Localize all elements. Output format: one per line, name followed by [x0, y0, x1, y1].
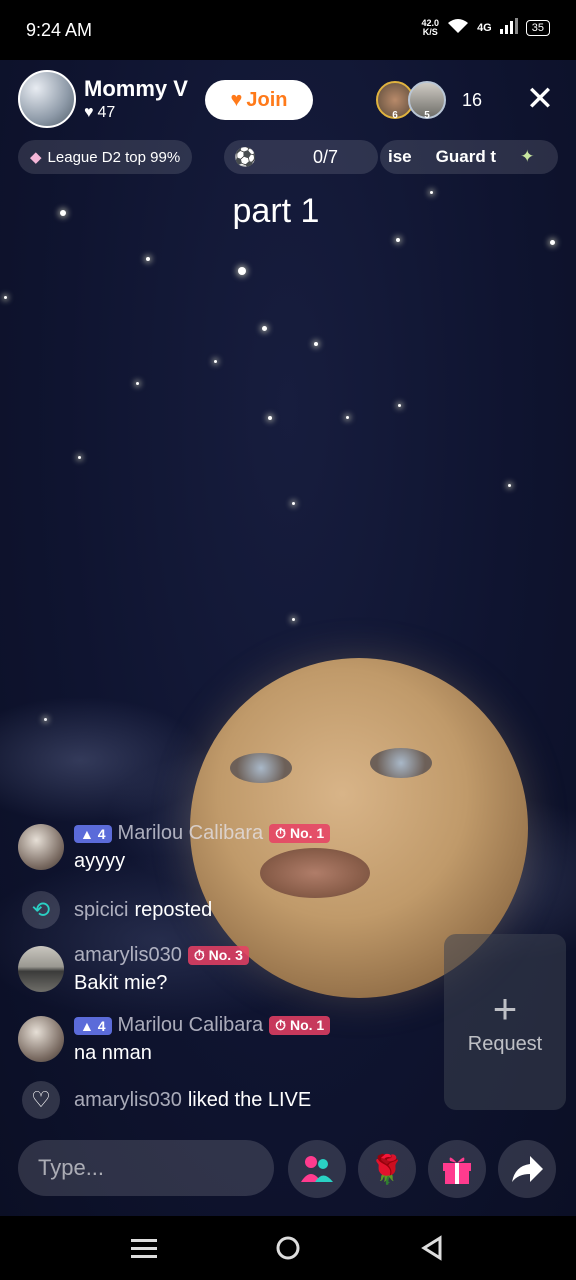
network-label: 4G	[477, 21, 492, 34]
wifi-icon	[447, 18, 469, 37]
people-icon[interactable]	[288, 1140, 346, 1198]
plus-icon: +	[492, 984, 518, 1032]
join-heart-icon: ♥	[230, 88, 243, 111]
battery-icon: 35	[525, 19, 550, 36]
rank-badge: ⏱ No. 3	[187, 946, 249, 965]
level-badge: ▲ 4	[74, 1016, 112, 1035]
chat-username[interactable]: amarylis030	[74, 944, 182, 967]
home-icon[interactable]	[272, 1232, 304, 1264]
chat-event[interactable]: ⟲ spicici reposted	[18, 890, 212, 930]
chat-text: na nman	[74, 1042, 152, 1064]
chat-event[interactable]: ♡ amarylis030 liked the LIVE	[18, 1080, 311, 1120]
chat-username[interactable]: Marilou Calibara	[118, 822, 264, 845]
rank-badge: ⏱ No. 1	[269, 824, 331, 843]
soccer-ball-icon: ⚽	[234, 146, 257, 167]
heart-icon: ♡	[22, 1081, 60, 1119]
viewer-count[interactable]: 16	[462, 90, 482, 111]
signal-icon	[499, 18, 518, 37]
goal-chip[interactable]: ⚽ 0/7	[224, 140, 378, 174]
share-icon[interactable]	[498, 1140, 556, 1198]
league-chip[interactable]: ◆ League D2 top 99%	[18, 140, 193, 174]
rank-badge: ⏱ No. 1	[269, 1016, 331, 1035]
rolling-banner[interactable]: ise Guard t ✦	[380, 140, 558, 174]
host-avatar[interactable]	[18, 70, 76, 128]
host-likes: ♥ 47	[84, 104, 116, 121]
chat-username[interactable]: amarylis030	[74, 1089, 182, 1112]
top-viewers[interactable]: 6 5 16	[376, 80, 482, 121]
status-bar: 9:24 AM 42.0 K/S 4G 35	[0, 0, 576, 60]
comment-input[interactable]	[18, 1140, 274, 1196]
join-button[interactable]: ♥ Join	[205, 80, 313, 120]
diamond-icon: ◆	[30, 149, 42, 166]
chat-username[interactable]: spicici	[74, 899, 128, 922]
chat-avatar[interactable]	[18, 1016, 64, 1062]
close-icon[interactable]: ✕	[522, 82, 558, 118]
system-nav-bar	[0, 1216, 576, 1280]
chat-text: ayyyy	[74, 850, 126, 872]
back-icon[interactable]	[416, 1232, 448, 1264]
chat-username[interactable]: Marilou Calibara	[118, 1014, 264, 1037]
status-time: 9:24 AM	[26, 20, 93, 40]
antler-icon: ✦	[520, 147, 535, 166]
level-badge: ▲ 4	[74, 824, 112, 843]
host-name: Mommy V	[84, 76, 188, 101]
repost-icon: ⟲	[22, 891, 60, 929]
heart-icon: ♥	[84, 104, 94, 121]
menu-icon[interactable]	[128, 1232, 160, 1264]
chat-text: Bakit mie?	[74, 972, 168, 994]
status-icons: 42.0 K/S 4G 35	[422, 18, 550, 37]
stream-caption: part 1	[232, 192, 320, 230]
gift-icon[interactable]	[428, 1140, 486, 1198]
viewer-avatar[interactable]: 5	[408, 81, 446, 121]
net-speed: 42.0 K/S	[421, 17, 440, 37]
rose-icon[interactable]: 🌹	[358, 1140, 416, 1198]
chat-avatar[interactable]	[18, 946, 64, 992]
chat-avatar[interactable]	[18, 824, 64, 870]
request-button[interactable]: + Request	[444, 934, 566, 1110]
